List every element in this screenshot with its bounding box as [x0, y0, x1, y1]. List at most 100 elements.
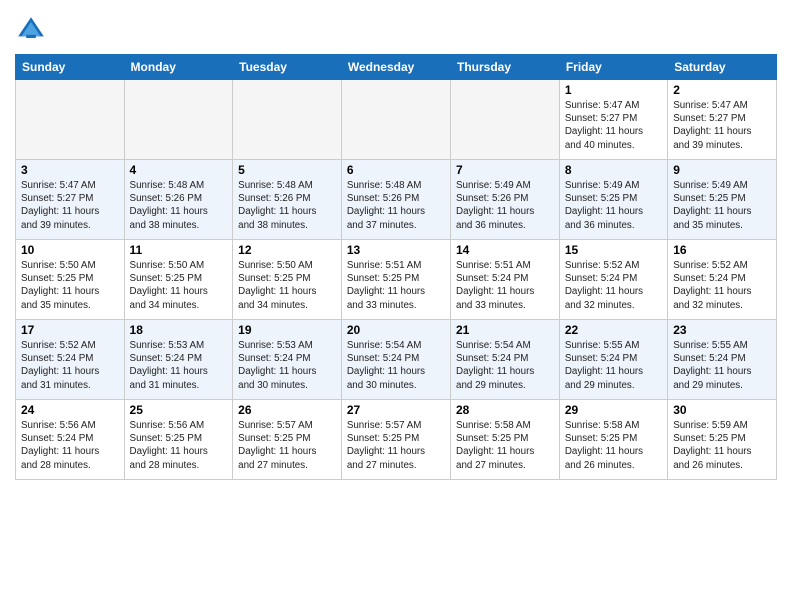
- week-row-4: 17Sunrise: 5:52 AM Sunset: 5:24 PM Dayli…: [16, 320, 777, 400]
- week-row-1: 1 Sunrise: 5:47 AM Sunset: 5:27 PM Daylig…: [16, 80, 777, 160]
- day-info: Sunrise: 5:52 AM Sunset: 5:24 PM Dayligh…: [21, 339, 119, 392]
- day-info: Sunrise: 5:50 AM Sunset: 5:25 PM Dayligh…: [130, 259, 228, 312]
- day-cell: 24 Sunrise: 5:56 AM Sunset: 5:24 PM Dayli…: [16, 400, 125, 480]
- weekday-header-sunday: Sunday: [16, 55, 125, 80]
- week-row-5: 24 Sunrise: 5:56 AM Sunset: 5:24 PM Dayli…: [16, 400, 777, 480]
- day-number: 3: [21, 163, 119, 177]
- weekday-header-friday: Friday: [559, 55, 667, 80]
- day-info: Sunrise: 5:47 AM Sunset: 5:27 PM Dayligh…: [673, 99, 771, 152]
- weekday-header-monday: Monday: [124, 55, 233, 80]
- day-cell: 30 Sunrise: 5:59 AM Sunset: 5:25 PM Dayli…: [668, 400, 777, 480]
- day-number: 21: [456, 323, 554, 337]
- day-cell: 19Sunrise: 5:53 AM Sunset: 5:24 PM Dayli…: [233, 320, 342, 400]
- day-info: Sunrise: 5:50 AM Sunset: 5:25 PM Dayligh…: [21, 259, 119, 312]
- day-number: 13: [347, 243, 445, 257]
- day-info: Sunrise: 5:56 AM Sunset: 5:24 PM Dayligh…: [21, 419, 119, 472]
- page: SundayMondayTuesdayWednesdayThursdayFrid…: [0, 0, 792, 490]
- day-number: 12: [238, 243, 336, 257]
- day-cell: 4 Sunrise: 5:48 AM Sunset: 5:26 PM Daylig…: [124, 160, 233, 240]
- day-info: Sunrise: 5:57 AM Sunset: 5:25 PM Dayligh…: [347, 419, 445, 472]
- day-number: 22: [565, 323, 662, 337]
- day-number: 28: [456, 403, 554, 417]
- logo-icon: [15, 14, 47, 46]
- day-cell: 2Sunrise: 5:47 AM Sunset: 5:27 PM Daylig…: [668, 80, 777, 160]
- day-cell: 1Sunrise: 5:47 AM Sunset: 5:27 PM Daylig…: [559, 80, 667, 160]
- day-info: Sunrise: 5:53 AM Sunset: 5:24 PM Dayligh…: [238, 339, 336, 392]
- day-info: Sunrise: 5:49 AM Sunset: 5:26 PM Dayligh…: [456, 179, 554, 232]
- day-info: Sunrise: 5:52 AM Sunset: 5:24 PM Dayligh…: [673, 259, 771, 312]
- day-info: Sunrise: 5:57 AM Sunset: 5:25 PM Dayligh…: [238, 419, 336, 472]
- day-info: Sunrise: 5:55 AM Sunset: 5:24 PM Dayligh…: [673, 339, 771, 392]
- day-number: 23: [673, 323, 771, 337]
- day-info: Sunrise: 5:48 AM Sunset: 5:26 PM Dayligh…: [347, 179, 445, 232]
- day-cell: 7 Sunrise: 5:49 AM Sunset: 5:26 PM Daylig…: [451, 160, 560, 240]
- day-number: 30: [673, 403, 771, 417]
- day-number: 16: [673, 243, 771, 257]
- day-number: 4: [130, 163, 228, 177]
- day-cell: [233, 80, 342, 160]
- logo: [15, 10, 51, 46]
- day-cell: [341, 80, 450, 160]
- day-number: 5: [238, 163, 336, 177]
- day-info: Sunrise: 5:58 AM Sunset: 5:25 PM Dayligh…: [456, 419, 554, 472]
- day-info: Sunrise: 5:53 AM Sunset: 5:24 PM Dayligh…: [130, 339, 228, 392]
- day-cell: 22Sunrise: 5:55 AM Sunset: 5:24 PM Dayli…: [559, 320, 667, 400]
- weekday-header-row: SundayMondayTuesdayWednesdayThursdayFrid…: [16, 55, 777, 80]
- day-cell: 25 Sunrise: 5:56 AM Sunset: 5:25 PM Dayli…: [124, 400, 233, 480]
- day-number: 24: [21, 403, 119, 417]
- day-info: Sunrise: 5:56 AM Sunset: 5:25 PM Dayligh…: [130, 419, 228, 472]
- day-cell: 15 Sunrise: 5:52 AM Sunset: 5:24 PM Dayli…: [559, 240, 667, 320]
- header: [15, 10, 777, 46]
- day-cell: 17Sunrise: 5:52 AM Sunset: 5:24 PM Dayli…: [16, 320, 125, 400]
- calendar: SundayMondayTuesdayWednesdayThursdayFrid…: [15, 54, 777, 480]
- day-cell: 20Sunrise: 5:54 AM Sunset: 5:24 PM Dayli…: [341, 320, 450, 400]
- day-cell: 10Sunrise: 5:50 AM Sunset: 5:25 PM Dayli…: [16, 240, 125, 320]
- day-cell: 29 Sunrise: 5:58 AM Sunset: 5:25 PM Dayli…: [559, 400, 667, 480]
- day-info: Sunrise: 5:49 AM Sunset: 5:25 PM Dayligh…: [565, 179, 662, 232]
- day-number: 14: [456, 243, 554, 257]
- day-cell: 28 Sunrise: 5:58 AM Sunset: 5:25 PM Dayli…: [451, 400, 560, 480]
- day-cell: 6 Sunrise: 5:48 AM Sunset: 5:26 PM Daylig…: [341, 160, 450, 240]
- weekday-header-wednesday: Wednesday: [341, 55, 450, 80]
- day-cell: 18Sunrise: 5:53 AM Sunset: 5:24 PM Dayli…: [124, 320, 233, 400]
- day-cell: 16 Sunrise: 5:52 AM Sunset: 5:24 PM Dayli…: [668, 240, 777, 320]
- day-info: Sunrise: 5:51 AM Sunset: 5:25 PM Dayligh…: [347, 259, 445, 312]
- day-cell: [16, 80, 125, 160]
- day-number: 1: [565, 83, 662, 97]
- day-number: 29: [565, 403, 662, 417]
- day-cell: 9Sunrise: 5:49 AM Sunset: 5:25 PM Daylig…: [668, 160, 777, 240]
- day-info: Sunrise: 5:54 AM Sunset: 5:24 PM Dayligh…: [347, 339, 445, 392]
- weekday-header-thursday: Thursday: [451, 55, 560, 80]
- day-info: Sunrise: 5:48 AM Sunset: 5:26 PM Dayligh…: [238, 179, 336, 232]
- day-number: 26: [238, 403, 336, 417]
- day-number: 15: [565, 243, 662, 257]
- day-number: 25: [130, 403, 228, 417]
- day-info: Sunrise: 5:51 AM Sunset: 5:24 PM Dayligh…: [456, 259, 554, 312]
- week-row-3: 10Sunrise: 5:50 AM Sunset: 5:25 PM Dayli…: [16, 240, 777, 320]
- day-number: 7: [456, 163, 554, 177]
- day-info: Sunrise: 5:48 AM Sunset: 5:26 PM Dayligh…: [130, 179, 228, 232]
- day-cell: 13 Sunrise: 5:51 AM Sunset: 5:25 PM Dayli…: [341, 240, 450, 320]
- day-info: Sunrise: 5:58 AM Sunset: 5:25 PM Dayligh…: [565, 419, 662, 472]
- day-cell: 12 Sunrise: 5:50 AM Sunset: 5:25 PM Dayli…: [233, 240, 342, 320]
- day-cell: 3 Sunrise: 5:47 AM Sunset: 5:27 PM Daylig…: [16, 160, 125, 240]
- day-cell: 14 Sunrise: 5:51 AM Sunset: 5:24 PM Dayli…: [451, 240, 560, 320]
- day-info: Sunrise: 5:47 AM Sunset: 5:27 PM Dayligh…: [21, 179, 119, 232]
- day-number: 27: [347, 403, 445, 417]
- day-info: Sunrise: 5:52 AM Sunset: 5:24 PM Dayligh…: [565, 259, 662, 312]
- day-cell: [124, 80, 233, 160]
- weekday-header-tuesday: Tuesday: [233, 55, 342, 80]
- day-cell: 23 Sunrise: 5:55 AM Sunset: 5:24 PM Dayli…: [668, 320, 777, 400]
- day-info: Sunrise: 5:59 AM Sunset: 5:25 PM Dayligh…: [673, 419, 771, 472]
- day-info: Sunrise: 5:50 AM Sunset: 5:25 PM Dayligh…: [238, 259, 336, 312]
- day-cell: [451, 80, 560, 160]
- day-info: Sunrise: 5:54 AM Sunset: 5:24 PM Dayligh…: [456, 339, 554, 392]
- day-cell: 8 Sunrise: 5:49 AM Sunset: 5:25 PM Daylig…: [559, 160, 667, 240]
- day-cell: 11Sunrise: 5:50 AM Sunset: 5:25 PM Dayli…: [124, 240, 233, 320]
- day-number: 6: [347, 163, 445, 177]
- week-row-2: 3 Sunrise: 5:47 AM Sunset: 5:27 PM Daylig…: [16, 160, 777, 240]
- day-number: 8: [565, 163, 662, 177]
- weekday-header-saturday: Saturday: [668, 55, 777, 80]
- day-cell: 21 Sunrise: 5:54 AM Sunset: 5:24 PM Dayli…: [451, 320, 560, 400]
- day-cell: 27 Sunrise: 5:57 AM Sunset: 5:25 PM Dayli…: [341, 400, 450, 480]
